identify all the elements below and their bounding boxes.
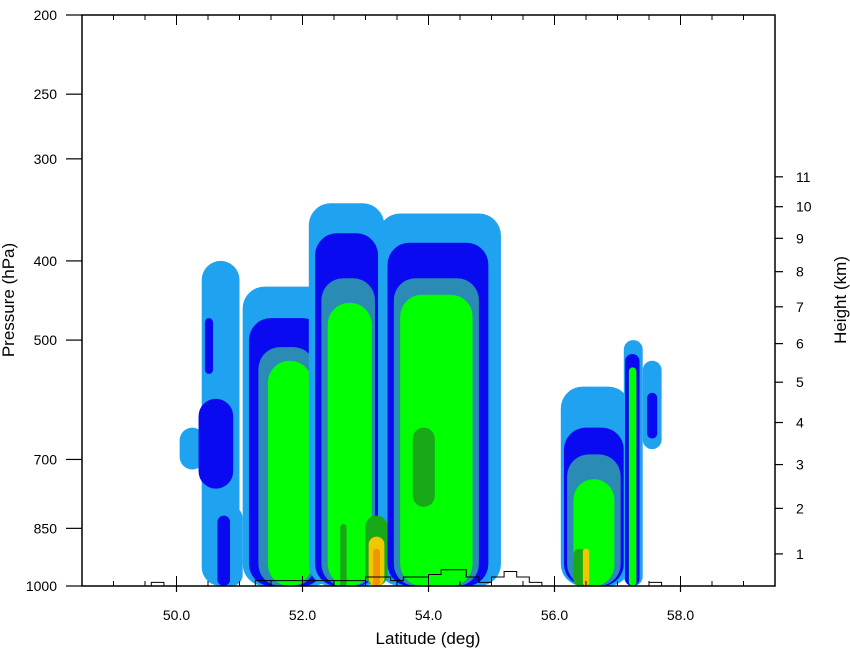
y-axis-height: 1 2 3 4 5 6 7 8 9 10 11 xyxy=(775,169,812,562)
y-axis-left-title: Pressure (hPa) xyxy=(0,243,18,357)
y-tick-label-right: 3 xyxy=(796,457,804,473)
y-tick-label-right: 7 xyxy=(796,299,804,315)
x-tick-label: 58.0 xyxy=(667,607,694,623)
x-tick-label: 54.0 xyxy=(415,607,442,623)
y-tick-label-left: 400 xyxy=(34,253,58,269)
contour-cell xyxy=(204,318,214,374)
contour-cell xyxy=(340,524,347,586)
contour-cell xyxy=(267,360,312,586)
x-tick-label: 56.0 xyxy=(541,607,568,623)
plot-area xyxy=(179,203,662,586)
y-tick-label-left: 700 xyxy=(34,451,58,467)
y-axis-right-title: Height (km) xyxy=(831,256,850,344)
contour-cell xyxy=(647,392,658,439)
y-tick-label-left: 500 xyxy=(34,332,58,348)
cross-section-chart: 50.0 52.0 54.0 56.0 58.0 1000 850 700 500 400 300… xyxy=(0,0,850,650)
y-tick-label-left: 1000 xyxy=(26,578,57,594)
contour-cell xyxy=(373,548,380,586)
contour-cell xyxy=(582,548,590,586)
chart-svg: 50.0 52.0 54.0 56.0 58.0 1000 850 700 500 400 300… xyxy=(0,7,850,648)
y-tick-label-left: 850 xyxy=(34,520,58,536)
y-tick-label-right: 10 xyxy=(796,199,812,215)
contour-cell xyxy=(334,469,341,586)
y-tick-label-right: 5 xyxy=(796,374,804,390)
contour-cell xyxy=(628,367,637,586)
y-tick-label-left: 200 xyxy=(34,7,58,23)
contour-cell xyxy=(217,515,231,586)
y-tick-label-left: 250 xyxy=(34,86,58,102)
x-tick-label: 52.0 xyxy=(289,607,316,623)
y-tick-label-right: 11 xyxy=(796,169,811,185)
y-tick-label-left: 300 xyxy=(34,151,58,167)
contour-cell xyxy=(400,294,473,586)
contour-cell xyxy=(412,427,435,507)
y-tick-label-right: 1 xyxy=(796,546,804,562)
x-tick-label: 50.0 xyxy=(163,607,190,623)
y-tick-label-right: 9 xyxy=(796,230,804,246)
x-axis-title: Latitude (deg) xyxy=(376,629,481,648)
y-tick-label-right: 4 xyxy=(796,415,804,431)
y-tick-label-right: 6 xyxy=(796,336,804,352)
y-axis-pressure: 1000 850 700 500 400 300 250 200 xyxy=(26,7,82,594)
contour-cell xyxy=(198,398,234,489)
y-tick-label-right: 8 xyxy=(796,264,804,280)
y-tick-label-right: 2 xyxy=(796,500,804,516)
